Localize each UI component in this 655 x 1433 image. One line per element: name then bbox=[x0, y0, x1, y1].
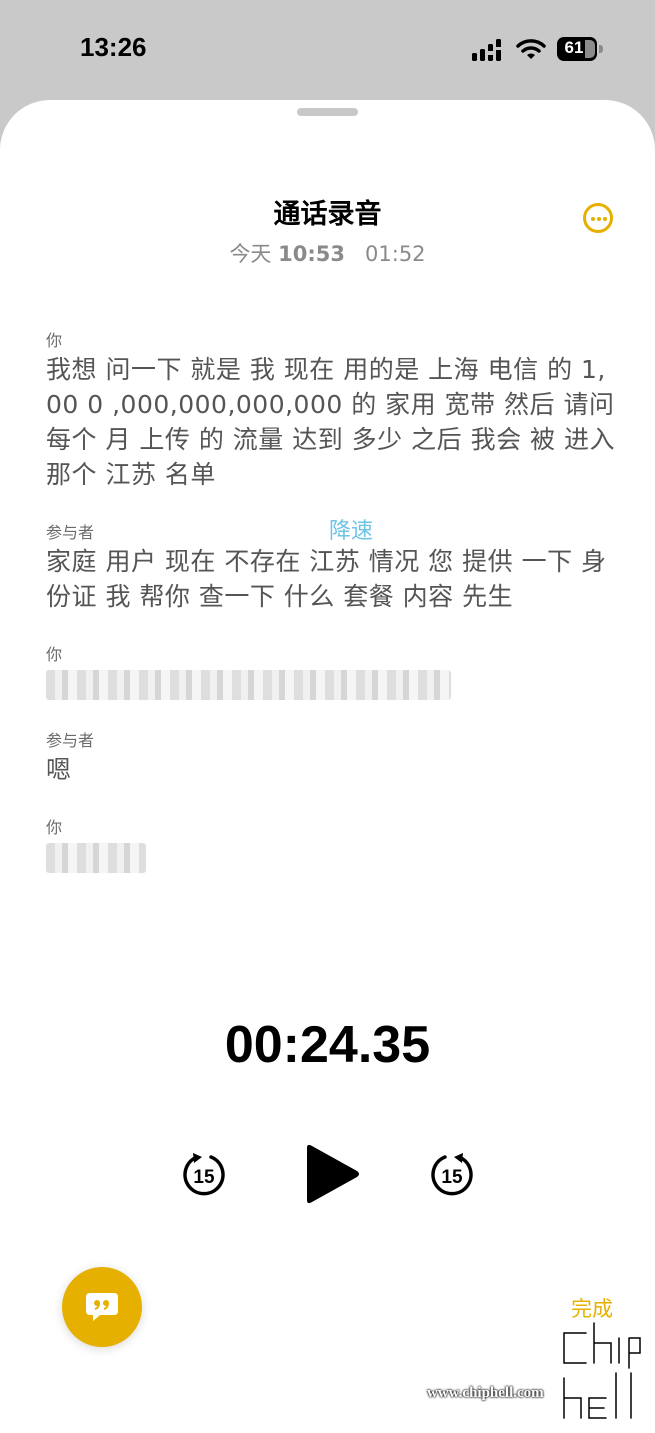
recording-sheet: 通话录音 今天 10:53 01:52 你 我想 问一下 就是 我 现在 用的是… bbox=[0, 100, 655, 1433]
battery-level: 61 bbox=[564, 38, 584, 57]
cellular-signal-icon bbox=[472, 39, 501, 61]
more-options-icon[interactable] bbox=[583, 203, 613, 233]
speaker-label: 你 bbox=[46, 645, 63, 664]
blurred-transcript-text bbox=[46, 670, 451, 700]
status-bar: 13:26 61 bbox=[0, 0, 655, 100]
transcript-toggle-button[interactable] bbox=[62, 1267, 142, 1347]
watermark-text: www.chiphell.com bbox=[427, 1385, 544, 1401]
annotation-label: 降速 bbox=[329, 519, 374, 544]
blurred-transcript-text bbox=[46, 843, 146, 873]
recording-date: 今天 10:53 01:52 bbox=[0, 238, 655, 268]
sheet-grabber[interactable] bbox=[297, 108, 358, 116]
status-time: 13:26 bbox=[80, 32, 147, 62]
speaker-label: 你 bbox=[46, 818, 63, 837]
transcript-segment: 你 我想 问一下 就是 我 现在 用的是 上海 电信 的 1,00 0 ,000… bbox=[46, 330, 616, 492]
wifi-icon bbox=[516, 39, 546, 59]
watermark-logo bbox=[561, 1320, 643, 1421]
play-icon[interactable] bbox=[303, 1143, 361, 1205]
transcript: 你 我想 问一下 就是 我 现在 用的是 上海 电信 的 1,00 0 ,000… bbox=[46, 330, 616, 903]
skip-back-15-icon[interactable]: 15 bbox=[180, 1150, 228, 1198]
speaker-label: 你 bbox=[46, 331, 63, 350]
transcript-segment: 你 bbox=[46, 817, 616, 873]
skip-back-label: 15 bbox=[193, 1167, 215, 1188]
battery-icon: 61 bbox=[557, 37, 603, 61]
transcript-text[interactable]: 我想 问一下 就是 我 现在 用的是 上海 电信 的 1,00 0 ,000,0… bbox=[46, 352, 616, 492]
date-prefix: 今天 bbox=[229, 242, 272, 266]
speaker-label: 参与者 bbox=[46, 731, 95, 750]
transcript-segment: 参与者 嗯 bbox=[46, 730, 616, 787]
recording-duration: 01:52 bbox=[365, 242, 426, 266]
quote-bubble-icon bbox=[86, 1293, 118, 1321]
page-title: 通话录音 bbox=[273, 199, 382, 230]
skip-forward-label: 15 bbox=[441, 1167, 463, 1188]
date-time: 10:53 bbox=[278, 242, 345, 266]
playback-timer: 00:24.35 bbox=[224, 1016, 431, 1074]
skip-forward-15-icon[interactable]: 15 bbox=[428, 1150, 476, 1198]
transcript-text[interactable]: 嗯 bbox=[46, 752, 616, 787]
transcript-segment: 你 bbox=[46, 644, 616, 700]
transcript-text[interactable]: 家庭 用户 现在 不存在 江苏 情况 您 提供 一下 身份证 我 帮你 查一下 … bbox=[46, 544, 616, 614]
